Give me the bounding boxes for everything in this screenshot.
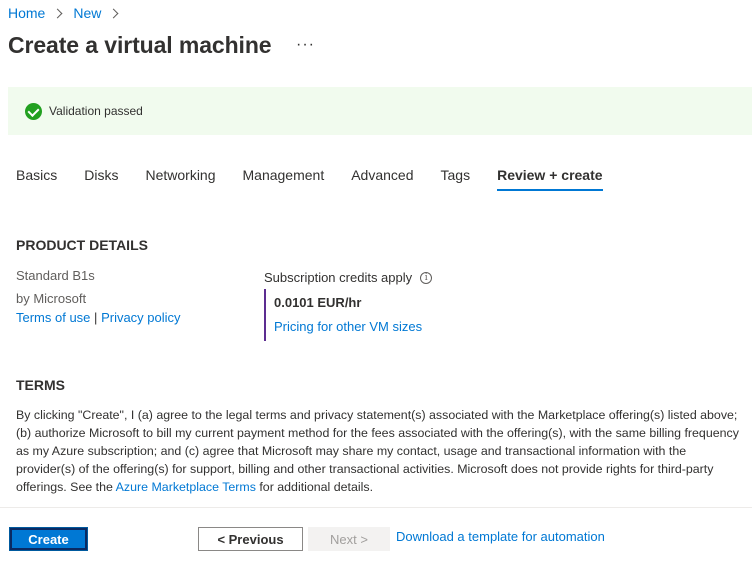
terms-text: By clicking "Create", I (a) agree to the… [16,406,746,496]
product-links: Terms of use | Privacy policy [16,310,181,325]
chevron-right-icon [109,6,121,20]
tab-management[interactable]: Management [243,167,325,191]
terms-of-use-link[interactable]: Terms of use [16,310,90,325]
download-template-link[interactable]: Download a template for automation [396,529,605,544]
subscription-credits-label: Subscription credits apply i [264,270,433,285]
info-icon[interactable]: i [420,271,433,284]
footer-divider [0,507,752,508]
validation-banner: Validation passed [8,87,752,135]
product-name: Standard B1s [16,268,95,283]
terms-heading: TERMS [16,377,65,393]
breadcrumb: Home New [8,5,129,21]
more-options-icon[interactable]: ··· [296,36,315,54]
next-button[interactable]: Next > [308,527,390,551]
credits-label-text: Subscription credits apply [264,270,413,285]
create-button[interactable]: Create [9,527,88,551]
chevron-right-icon [53,6,65,20]
price-value: 0.0101 EUR/hr [274,295,362,310]
product-vendor: by Microsoft [16,291,87,306]
validation-status-text: Validation passed [49,104,143,118]
product-details-heading: PRODUCT DETAILS [16,237,148,253]
success-check-icon [25,102,42,120]
tab-advanced[interactable]: Advanced [351,167,413,191]
pricing-other-sizes-link[interactable]: Pricing for other VM sizes [274,319,422,334]
page-title: Create a virtual machine [8,32,272,58]
terms-text-end: for additional details. [255,480,374,494]
breadcrumb-new-link[interactable]: New [73,5,101,21]
azure-marketplace-terms-link[interactable]: Azure Marketplace Terms [116,480,256,494]
tab-tags[interactable]: Tags [441,167,471,191]
wizard-tabs: Basics Disks Networking Management Advan… [16,167,630,191]
previous-button[interactable]: < Previous [198,527,303,551]
privacy-policy-link[interactable]: Privacy policy [101,310,180,325]
breadcrumb-home-link[interactable]: Home [8,5,45,21]
tab-networking[interactable]: Networking [145,167,215,191]
tab-disks[interactable]: Disks [84,167,118,191]
tab-review-create[interactable]: Review + create [497,167,603,191]
tab-basics[interactable]: Basics [16,167,57,191]
link-separator: | [94,310,98,325]
price-box: 0.0101 EUR/hr Pricing for other VM sizes [264,289,422,341]
